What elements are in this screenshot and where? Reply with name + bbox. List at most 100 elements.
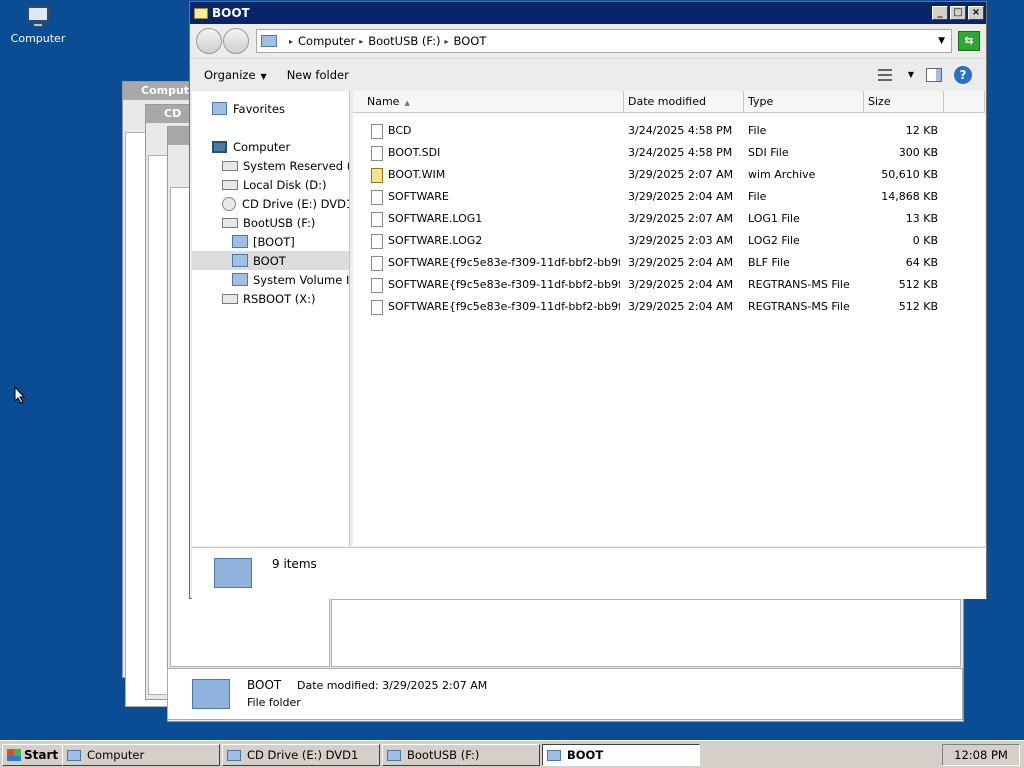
nav-item-system-volume[interactable]: System Volume Infor (232, 270, 349, 289)
file-row[interactable]: SOFTWARE.LOG2 3/29/2025 2:03 AM LOG2 File 0… (353, 230, 985, 252)
taskbar-item-computer[interactable]: Computer (62, 744, 220, 766)
nav-computer[interactable]: Computer (212, 137, 290, 156)
file-list[interactable]: Name ▲ Date modified Type Size BCD 3/24/20… (353, 91, 985, 546)
column-header-size[interactable]: Size (864, 91, 944, 113)
file-date-modified: 3/24/2025 4:58 PM (628, 124, 733, 137)
chevron-down-icon[interactable]: ▼ (938, 36, 945, 46)
file-row[interactable]: BCD 3/24/2025 4:58 PM File 12 KB (353, 120, 985, 142)
nav-item-bootusb[interactable]: BootUSB (F:) (222, 213, 315, 232)
taskbar-item-label: Computer (87, 748, 145, 762)
folder-icon (192, 679, 230, 709)
address-bar[interactable]: ▸ Computer ▸ BootUSB (F:) ▸ BOOT ▼ (256, 29, 952, 53)
file-date-modified: 3/24/2025 4:58 PM (628, 146, 733, 159)
nav-item-label: CD Drive (E:) DVD1 (242, 196, 350, 211)
file-row[interactable]: SOFTWARE{f9c5e83e-f309-11df-bbf2-bb9ff..… (353, 274, 985, 296)
file-size: 13 KB (905, 212, 938, 225)
computer-icon (25, 6, 51, 28)
nav-item-rsboot[interactable]: RSBOOT (X:) (222, 289, 316, 308)
taskbar-item-bootusb[interactable]: BootUSB (F:) (382, 744, 540, 766)
computer-icon (212, 140, 227, 153)
nav-computer-label: Computer (233, 139, 291, 154)
taskbar-item-cd-drive[interactable]: CD Drive (E:) DVD1 (222, 744, 380, 766)
file-name: BCD (388, 124, 412, 137)
help-icon[interactable]: ? (954, 65, 972, 84)
file-size: 300 KB (898, 146, 938, 159)
nav-item-system-reserved[interactable]: System Reserved (C:) (222, 156, 349, 175)
details-item-type: File folder (247, 696, 301, 709)
drive-icon (222, 217, 238, 228)
folder-icon (261, 35, 277, 47)
column-header-type[interactable]: Type (744, 91, 864, 113)
breadcrumb-computer[interactable]: Computer (298, 34, 355, 48)
chevron-right-icon[interactable]: ▸ (445, 37, 449, 46)
back-button[interactable] (196, 28, 222, 54)
views-icon[interactable] (877, 68, 892, 81)
chevron-right-icon[interactable]: ▸ (289, 37, 293, 46)
refresh-button[interactable]: ⇆ (958, 31, 980, 51)
favorites-icon (212, 102, 227, 115)
file-date-modified: 3/29/2025 2:03 AM (628, 234, 734, 247)
file-row[interactable]: SOFTWARE.LOG1 3/29/2025 2:07 AM LOG1 File 1… (353, 208, 985, 230)
nav-favorites[interactable]: Favorites (212, 99, 285, 118)
organize-button[interactable]: Organize ▼ (204, 68, 267, 82)
nav-item-boot-bracket[interactable]: [BOOT] (232, 232, 295, 251)
drive-icon (387, 749, 401, 761)
column-header-name[interactable]: Name ▲ (353, 91, 624, 113)
column-header-label: Name (367, 95, 400, 108)
nav-item-cd-drive[interactable]: CD Drive (E:) DVD1 (222, 194, 350, 213)
details-item-name: BOOT (247, 678, 282, 692)
taskbar-item-boot[interactable]: BOOT (542, 744, 700, 766)
drive-icon (222, 293, 238, 304)
file-row[interactable]: SOFTWARE{f9c5e83e-f309-11df-bbf2-bb9ff..… (353, 252, 985, 274)
window-titlebar[interactable]: BOOT _ □ × (190, 2, 986, 24)
file-row[interactable]: SOFTWARE 3/29/2025 2:04 AM File 14,868 KB (353, 186, 985, 208)
nav-item-local-disk[interactable]: Local Disk (D:) (222, 175, 327, 194)
system-clock[interactable]: 12:08 PM (942, 744, 1020, 766)
file-date-modified: 3/29/2025 2:07 AM (628, 168, 734, 181)
back-window-details-pane: BOOT Date modified: 3/29/2025 2:07 AM Fi… (167, 668, 963, 720)
desktop-computer-icon[interactable]: Computer (10, 6, 66, 45)
folder-icon (194, 7, 208, 19)
column-header-date[interactable]: Date modified (624, 91, 744, 113)
folder-icon (232, 254, 248, 267)
file-name: SOFTWARE.LOG2 (388, 234, 483, 247)
file-type: File (748, 190, 767, 203)
folder-icon (232, 273, 248, 286)
cd-drive-icon (227, 749, 241, 761)
windows-logo-icon (7, 748, 21, 761)
file-name: SOFTWARE (388, 190, 449, 203)
file-size: 512 KB (898, 300, 938, 313)
breadcrumb-bootusb[interactable]: BootUSB (F:) (368, 34, 440, 48)
new-folder-button[interactable]: New folder (287, 68, 349, 82)
drive-icon (222, 179, 238, 190)
preview-pane-icon[interactable] (926, 67, 942, 82)
breadcrumb-boot[interactable]: BOOT (454, 34, 487, 48)
nav-item-label: Local Disk (D:) (243, 177, 327, 192)
file-row[interactable]: BOOT.WIM 3/29/2025 2:07 AM wim Archive 50,6… (353, 164, 985, 186)
file-type: REGTRANS-MS File (748, 300, 850, 313)
explorer-window[interactable]: BOOT _ □ × ▸ Computer ▸ BootUSB (F:) ▸ B… (189, 1, 987, 599)
file-name: SOFTWARE.LOG1 (388, 212, 483, 225)
chevron-down-icon[interactable]: ▼ (908, 70, 914, 79)
close-button[interactable]: × (968, 6, 984, 20)
column-header-extra[interactable] (944, 91, 985, 113)
organize-label: Organize (204, 67, 256, 82)
taskbar-item-label: BOOT (567, 748, 604, 762)
chevron-right-icon[interactable]: ▸ (359, 37, 363, 46)
file-size: 0 KB (912, 234, 938, 247)
forward-button[interactable] (223, 28, 249, 54)
nav-item-boot[interactable]: BOOT (192, 251, 349, 270)
file-date-modified: 3/29/2025 2:04 AM (628, 278, 734, 291)
command-bar: Organize ▼ New folder ▼ ? (190, 58, 986, 90)
computer-icon (67, 749, 81, 761)
start-button[interactable]: Start (2, 743, 64, 766)
minimize-button[interactable]: _ (932, 6, 948, 20)
file-row[interactable]: SOFTWARE{f9c5e83e-f309-11df-bbf2-bb9ff..… (353, 296, 985, 318)
navigation-pane[interactable]: Favorites Computer System Reserved (C:) … (192, 91, 350, 546)
file-date-modified: 3/29/2025 2:04 AM (628, 190, 734, 203)
nav-item-label: RSBOOT (X:) (243, 291, 316, 306)
file-row[interactable]: BOOT.SDI 3/24/2025 4:58 PM SDI File 300 KB (353, 142, 985, 164)
file-type: File (748, 124, 767, 137)
items-count: 9 items (272, 557, 317, 571)
maximize-button[interactable]: □ (950, 6, 966, 20)
